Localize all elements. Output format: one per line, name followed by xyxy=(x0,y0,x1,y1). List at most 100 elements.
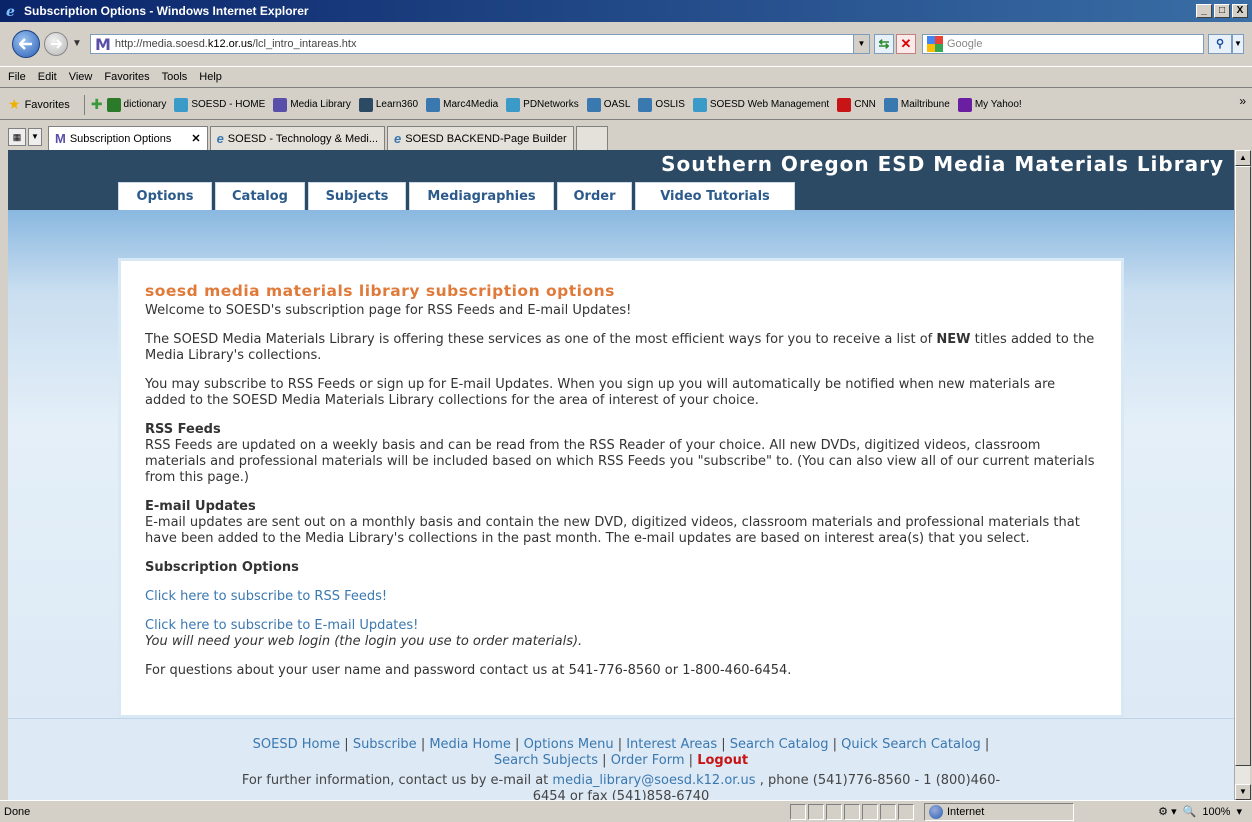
nav-tab-mediagraphies[interactable]: Mediagraphies xyxy=(409,182,554,210)
address-dropdown-icon[interactable]: ▼ xyxy=(853,35,869,53)
close-window-button[interactable]: X xyxy=(1232,4,1248,18)
menu-edit[interactable]: Edit xyxy=(38,71,57,83)
status-cell xyxy=(790,803,806,820)
scroll-down-arrow-icon[interactable]: ▼ xyxy=(1235,784,1251,800)
tab-soesd-backend[interactable]: e SOESD BACKEND-Page Builder xyxy=(387,126,574,150)
favorite-link[interactable]: PDNetworks xyxy=(506,97,579,112)
back-button[interactable] xyxy=(12,30,40,58)
favorites-star-icon: ★ xyxy=(8,96,21,112)
refresh-button[interactable]: ⇆ xyxy=(874,34,894,54)
minimize-button[interactable]: _ xyxy=(1196,4,1212,18)
new-tab-button[interactable] xyxy=(575,126,608,150)
favorite-label: OSLIS xyxy=(655,99,685,110)
soesd-icon xyxy=(174,97,189,112)
tab-subscription-options[interactable]: M Subscription Options ✕ xyxy=(48,126,208,150)
favorite-link[interactable]: SOESD Web Management xyxy=(692,97,830,112)
footer-link-media-home[interactable]: Media Home xyxy=(429,737,511,752)
recent-pages-dropdown[interactable]: ▼ xyxy=(72,38,82,49)
vertical-scrollbar[interactable]: ▲ ▼ xyxy=(1234,150,1251,800)
ie-page-icon: e xyxy=(394,131,402,146)
favorite-link[interactable]: Mailtribune xyxy=(883,97,950,112)
menu-help[interactable]: Help xyxy=(199,71,222,83)
nav-tab-order[interactable]: Order xyxy=(557,182,632,210)
search-options-dropdown[interactable]: ▼ xyxy=(1232,34,1244,54)
favorite-link[interactable]: Learn360 xyxy=(358,97,418,112)
nav-tab-catalog[interactable]: Catalog xyxy=(215,182,305,210)
address-bar[interactable]: M http://media.soesd.k12.or.us/lcl_intro… xyxy=(90,34,870,54)
intro-text: The SOESD Media Materials Library is off… xyxy=(145,332,1095,363)
add-favorite-icon[interactable]: ✚ xyxy=(91,96,103,113)
tab-list-dropdown[interactable]: ▼ xyxy=(28,128,42,146)
email-description: E-mail updates are sent out on a monthly… xyxy=(145,515,1080,546)
favorite-label: OASL xyxy=(603,99,631,110)
site-title: Southern Oregon ESD Media Materials Libr… xyxy=(661,152,1224,176)
favorites-separator xyxy=(83,94,85,115)
google-icon xyxy=(927,36,943,52)
tab-soesd-technology[interactable]: e SOESD - Technology & Medi... xyxy=(209,126,385,150)
favorite-link[interactable]: dictionary xyxy=(106,97,166,112)
footer-link-search-subjects[interactable]: Search Subjects xyxy=(494,753,598,768)
favorite-link[interactable]: OASL xyxy=(586,97,631,112)
menu-bar: File Edit View Favorites Tools Help xyxy=(0,66,1252,88)
site-favicon-icon: M xyxy=(95,34,111,54)
footer-link-soesd-home[interactable]: SOESD Home xyxy=(253,737,340,752)
nav-tab-options[interactable]: Options xyxy=(118,182,212,210)
scroll-up-arrow-icon[interactable]: ▲ xyxy=(1235,150,1251,166)
search-icon[interactable]: ⚲ xyxy=(1208,34,1232,54)
forward-button[interactable] xyxy=(44,32,68,56)
subscription-options-heading: Subscription Options xyxy=(145,560,299,575)
favorite-link[interactable]: CNN xyxy=(837,97,876,112)
tab-label: SOESD - Technology & Medi... xyxy=(227,132,378,145)
close-tab-icon[interactable]: ✕ xyxy=(191,132,200,145)
favorite-label: PDNetworks xyxy=(523,99,579,110)
ie-page-icon xyxy=(883,97,898,112)
menu-view[interactable]: View xyxy=(69,71,93,83)
favorite-link[interactable]: Marc4Media xyxy=(426,97,498,112)
stop-button[interactable]: ✕ xyxy=(896,34,916,54)
rss-heading: RSS Feeds xyxy=(145,422,221,437)
menu-tools[interactable]: Tools xyxy=(162,71,188,83)
menu-favorites[interactable]: Favorites xyxy=(104,71,149,83)
footer-link-order-form[interactable]: Order Form xyxy=(611,753,685,768)
favorite-link[interactable]: SOESD - HOME xyxy=(174,97,265,112)
menu-file[interactable]: File xyxy=(8,71,26,83)
quick-tabs-icon[interactable]: ▦ xyxy=(8,128,26,146)
footer-link-options-menu[interactable]: Options Menu xyxy=(524,737,614,752)
zoom-control[interactable]: ⚙ ▾ 🔍 100% ▾ xyxy=(1158,805,1242,819)
security-zone[interactable]: Internet xyxy=(924,802,1074,821)
footer-link-logout[interactable]: Logout xyxy=(697,753,748,768)
favorites-overflow-chevron-icon[interactable]: » xyxy=(1239,94,1246,108)
protected-mode-icon[interactable]: ⚙ ▾ xyxy=(1158,805,1176,818)
tab-label: Subscription Options xyxy=(69,132,172,145)
window-title: Subscription Options - Windows Internet … xyxy=(24,4,309,18)
zoom-dropdown-icon[interactable]: ▾ xyxy=(1236,805,1242,818)
address-url: http://media.soesd.k12.or.us/lcl_intro_i… xyxy=(114,38,357,50)
favorite-link[interactable]: Media Library xyxy=(273,97,351,112)
footer-link-search-catalog[interactable]: Search Catalog xyxy=(730,737,829,752)
footer-links: SOESD Home | Subscribe | Media Home | Op… xyxy=(252,737,990,768)
page-footer: SOESD Home | Subscribe | Media Home | Op… xyxy=(8,718,1234,800)
contact-email-link[interactable]: media_library@soesd.k12.or.us xyxy=(552,773,755,788)
nav-tab-video-tutorials[interactable]: Video Tutorials xyxy=(635,182,795,210)
footer-link-interest-areas[interactable]: Interest Areas xyxy=(626,737,717,752)
ie-page-icon xyxy=(638,97,653,112)
favorite-link[interactable]: My Yahoo! xyxy=(957,97,1022,112)
subscribe-rss-link[interactable]: Click here to subscribe to RSS Feeds! xyxy=(145,589,387,604)
subscribe-email-link[interactable]: Click here to subscribe to E-mail Update… xyxy=(145,618,418,633)
nav-tab-subjects[interactable]: Subjects xyxy=(308,182,406,210)
favorite-link[interactable]: OSLIS xyxy=(638,97,685,112)
zoom-icon: 🔍 xyxy=(1182,806,1197,818)
footer-link-subscribe[interactable]: Subscribe xyxy=(353,737,417,752)
favorite-label: Media Library xyxy=(290,99,351,110)
scroll-thumb[interactable] xyxy=(1235,166,1251,766)
login-note: You will need your web login (the login … xyxy=(145,634,583,649)
favorites-button[interactable]: Favorites xyxy=(25,99,70,111)
maximize-button[interactable]: □ xyxy=(1214,4,1230,18)
yahoo-icon xyxy=(957,97,972,112)
footer-link-quick-search[interactable]: Quick Search Catalog xyxy=(841,737,981,752)
favorite-label: Mailtribune xyxy=(900,99,950,110)
media-library-icon xyxy=(273,97,288,112)
search-input[interactable]: Google xyxy=(922,34,1204,54)
cnn-icon xyxy=(837,97,852,112)
favorite-label: SOESD Web Management xyxy=(709,99,830,110)
